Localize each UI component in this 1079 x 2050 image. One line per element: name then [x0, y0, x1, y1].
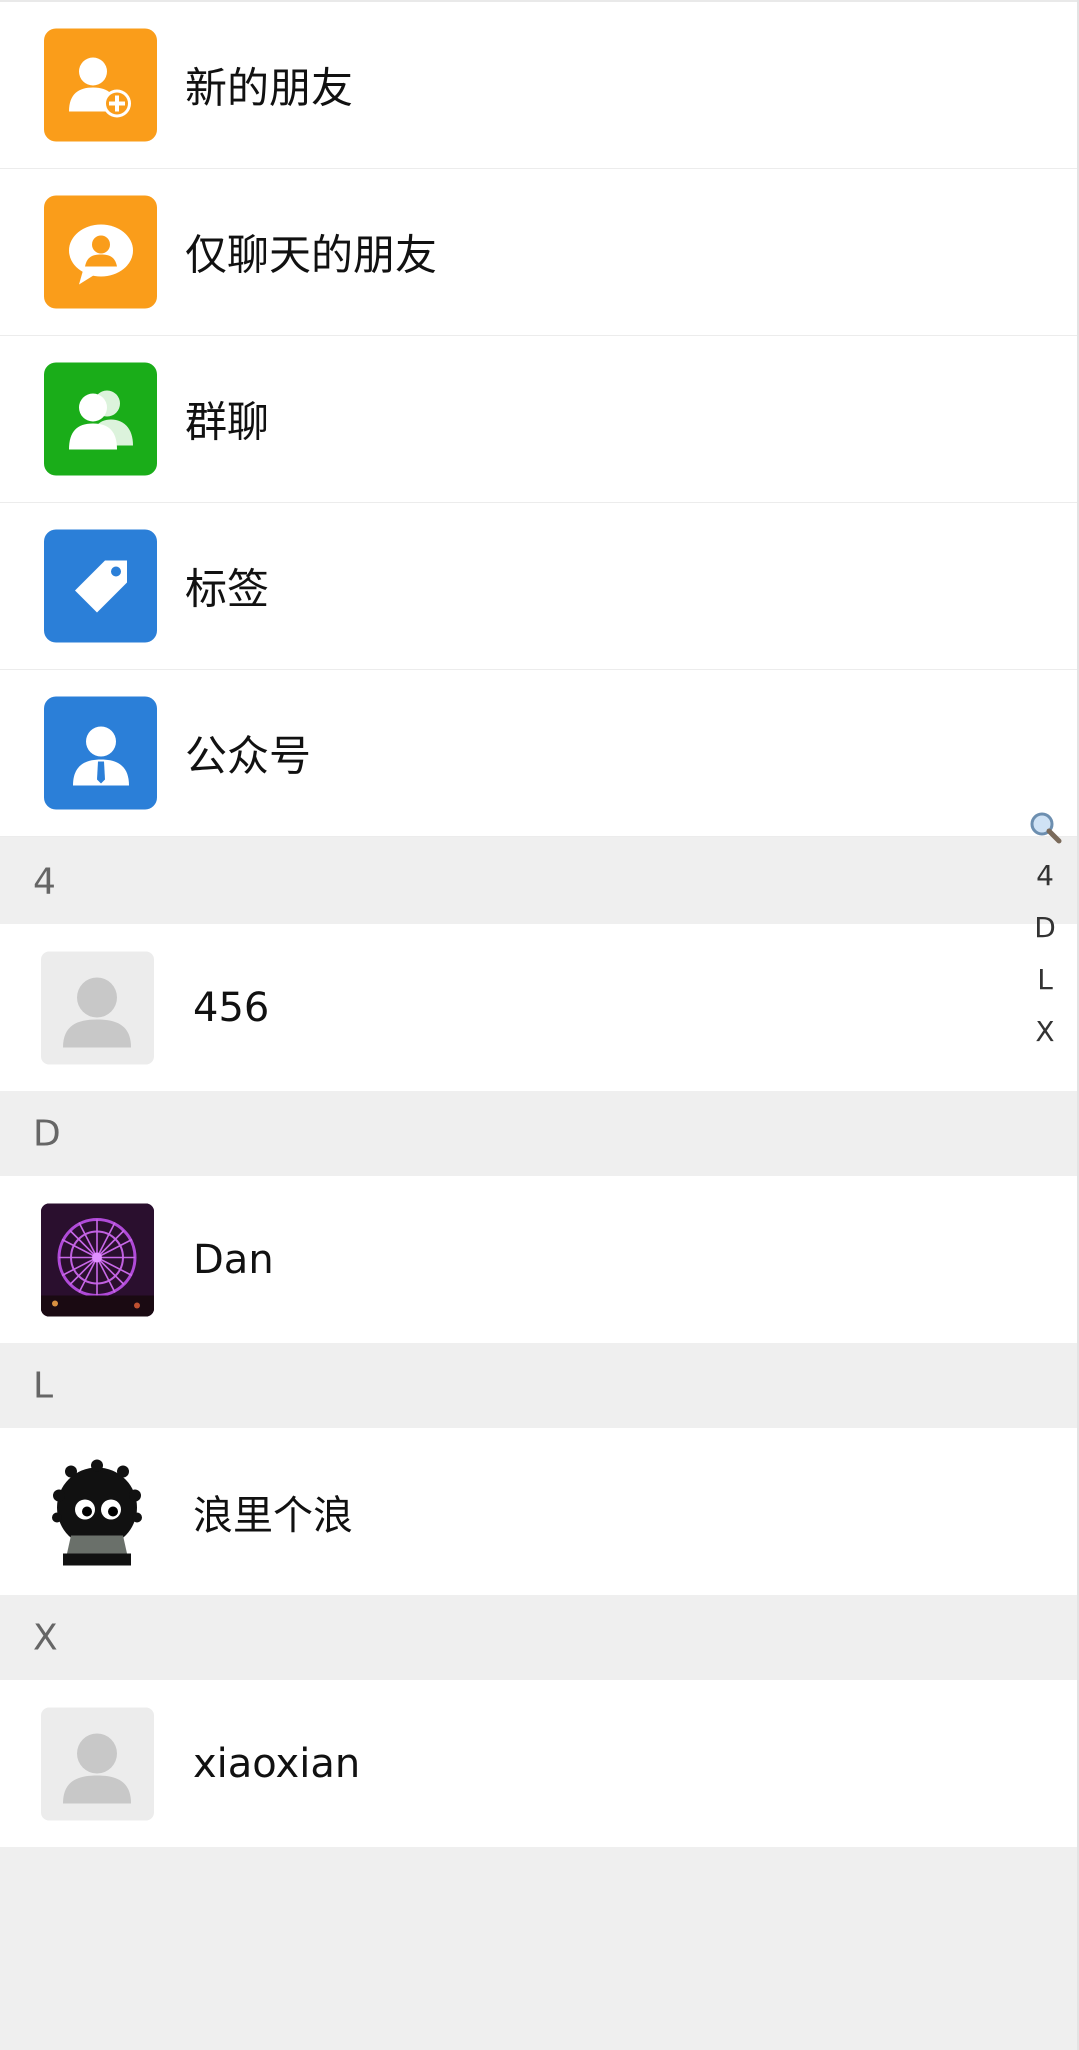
- index-letter-d[interactable]: D: [1034, 902, 1056, 954]
- ferris-wheel-photo: [41, 1203, 154, 1316]
- alphabet-index-bar[interactable]: 4 D L X: [1015, 810, 1075, 1058]
- add-friend-icon: [44, 28, 157, 142]
- new-friends-row[interactable]: 新的朋友: [0, 2, 1077, 169]
- new-friends-label: 新的朋友: [185, 63, 354, 113]
- soot-sprite-avatar: [41, 1455, 154, 1568]
- section-letter: D: [33, 1113, 61, 1154]
- chat-friend-icon: [44, 195, 157, 309]
- contact-row-xiaoxian[interactable]: xiaoxian: [0, 1680, 1077, 1847]
- default-avatar-icon: [41, 951, 154, 1064]
- section-letter: L: [33, 1365, 54, 1406]
- contact-row-langli[interactable]: 浪里个浪: [0, 1428, 1077, 1595]
- group-chats-label: 群聊: [185, 397, 270, 447]
- tags-label: 标签: [185, 564, 270, 614]
- group-icon: [44, 362, 157, 476]
- official-accounts-row[interactable]: 公众号: [0, 670, 1077, 837]
- default-avatar-icon: [41, 1707, 154, 1820]
- search-icon[interactable]: [1028, 810, 1062, 850]
- contact-name: 456: [193, 984, 270, 1031]
- contact-row-dan[interactable]: Dan: [0, 1176, 1077, 1343]
- section-header-d: D: [0, 1091, 1077, 1176]
- contact-name: 浪里个浪: [193, 1492, 353, 1539]
- contact-row-456[interactable]: 456: [0, 924, 1077, 1091]
- index-letter-x[interactable]: X: [1035, 1006, 1054, 1058]
- contact-name: xiaoxian: [193, 1740, 361, 1787]
- section-header-4: 4: [0, 839, 1077, 924]
- contacts-page: 新的朋友 仅聊天的朋友 群聊 标签 公众号 4 456 D Dan L 浪里个浪…: [0, 0, 1079, 2050]
- index-letter-l[interactable]: L: [1037, 954, 1053, 1006]
- tags-row[interactable]: 标签: [0, 503, 1077, 670]
- chat-only-friends-label: 仅聊天的朋友: [185, 230, 438, 280]
- contact-name: Dan: [193, 1236, 274, 1283]
- index-letter-4[interactable]: 4: [1036, 850, 1054, 902]
- official-accounts-label: 公众号: [185, 731, 312, 781]
- official-account-icon: [44, 696, 157, 810]
- section-header-l: L: [0, 1343, 1077, 1428]
- section-letter: 4: [33, 861, 56, 902]
- tag-icon: [44, 529, 157, 643]
- section-letter: X: [33, 1617, 58, 1658]
- chat-only-friends-row[interactable]: 仅聊天的朋友: [0, 169, 1077, 336]
- section-header-x: X: [0, 1595, 1077, 1680]
- group-chats-row[interactable]: 群聊: [0, 336, 1077, 503]
